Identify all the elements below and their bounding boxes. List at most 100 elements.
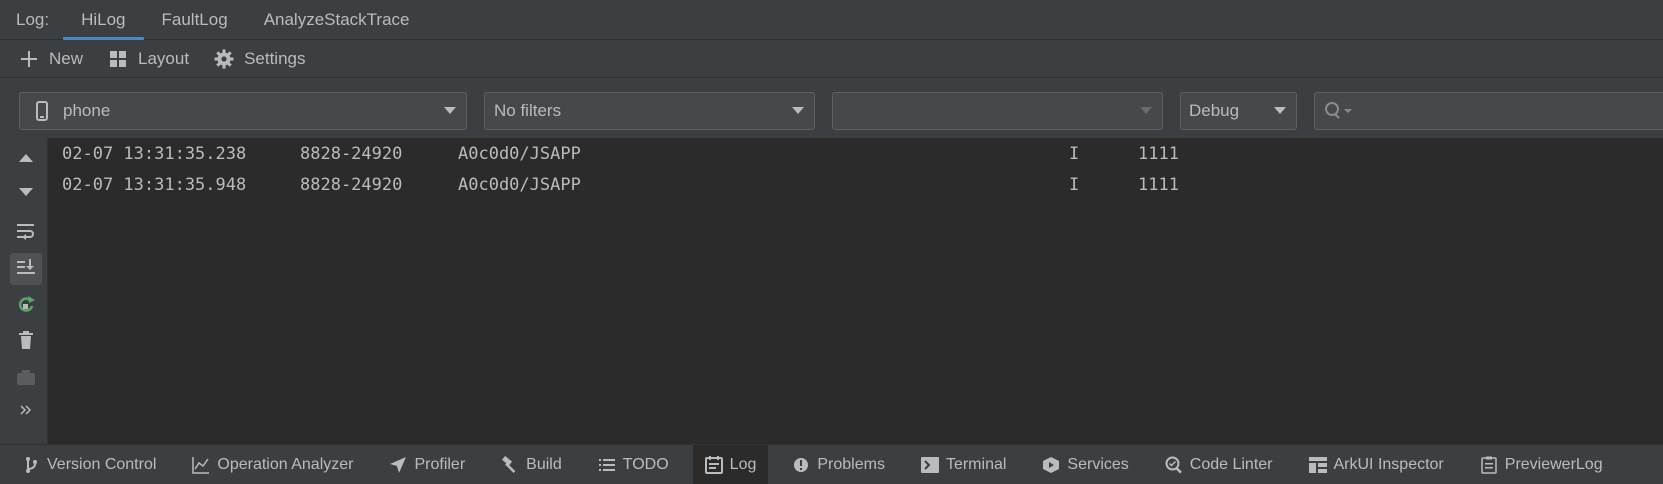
tab-hilog[interactable]: HiLog [63, 0, 144, 40]
scroll-up-button[interactable] [10, 144, 42, 176]
log-label: Log: [16, 9, 50, 29]
tab-analyzestacktrace[interactable]: AnalyzeStackTrace [246, 0, 428, 40]
phone-icon [36, 101, 48, 126]
log-pid: 8828-24920 [300, 175, 403, 195]
log-tag: A0c0d0/JSAPP [458, 144, 581, 164]
tool-todo[interactable]: TODO [586, 445, 681, 484]
branch-icon [22, 456, 40, 474]
layout-button[interactable]: Layout [107, 48, 189, 70]
more-actions-button[interactable] [10, 396, 42, 428]
linter-icon [1165, 456, 1183, 474]
chevron-down-icon [1274, 107, 1286, 114]
log-pid: 8828-24920 [300, 144, 403, 164]
tag-filter-select[interactable] [832, 92, 1163, 130]
tool-label: Terminal [945, 455, 1007, 473]
camera-icon [16, 368, 36, 391]
tool-window-bar: Version Control Operation Analyzer Profi… [0, 444, 1663, 484]
clear-log-button[interactable] [10, 326, 42, 358]
tool-log[interactable]: Log [692, 444, 769, 484]
tool-arkui-inspector[interactable]: ArkUI Inspector [1297, 445, 1456, 484]
triangle-down-icon [18, 185, 34, 203]
tool-label: Operation Analyzer [217, 455, 354, 473]
log-icon [704, 455, 723, 474]
log-level-select[interactable]: Debug [1180, 92, 1297, 130]
settings-button[interactable]: Settings [213, 48, 306, 70]
gear-icon [213, 48, 235, 70]
list-icon [598, 456, 616, 474]
tool-label: Build [526, 455, 562, 473]
tab-label: HiLog [81, 9, 126, 29]
tool-label: Problems [817, 455, 885, 473]
new-button[interactable]: New [18, 48, 83, 70]
tab-label: FaultLog [161, 9, 228, 29]
device-select[interactable]: phone [19, 92, 467, 130]
tool-terminal[interactable]: Terminal [909, 445, 1018, 484]
scroll-down-button[interactable] [10, 178, 42, 210]
log-timestamp: 02-07 13:31:35.238 [62, 144, 247, 164]
scroll-to-end-icon [16, 257, 36, 282]
search-icon [1324, 101, 1354, 126]
log-side-toolbar [0, 138, 48, 444]
log-level: I [1069, 175, 1080, 195]
chevron-down-icon [792, 107, 804, 114]
triangle-up-icon [18, 151, 34, 169]
process-filter-value: No filters [494, 101, 562, 120]
layout-grid-icon [107, 48, 129, 70]
tab-faultlog[interactable]: FaultLog [144, 0, 246, 40]
filter-bar: phone No filters Debug [0, 78, 1663, 138]
tool-services[interactable]: Services [1030, 445, 1140, 484]
inspector-icon [1308, 456, 1327, 474]
tool-problems[interactable]: Problems [780, 445, 897, 484]
restart-icon [16, 294, 36, 319]
log-level-value: Debug [1189, 101, 1240, 120]
process-filter-select[interactable]: No filters [484, 92, 815, 130]
tool-label: Code Linter [1189, 455, 1273, 473]
tool-label: Services [1067, 455, 1129, 473]
screenshot-button[interactable] [10, 363, 42, 395]
log-toolbar: New Layout Settings [0, 40, 1663, 78]
log-output[interactable]: 02-07 13:31:35.238 8828-24920 A0c0d0/JSA… [48, 138, 1663, 444]
previewer-log-icon [1480, 456, 1498, 474]
log-timestamp: 02-07 13:31:35.948 [62, 175, 247, 195]
tool-label: Log [729, 455, 757, 473]
soft-wrap-button[interactable] [10, 217, 42, 249]
tool-label: TODO [622, 455, 669, 473]
warning-icon [792, 456, 810, 474]
log-message: 1111 [1138, 144, 1179, 164]
log-message: 1111 [1138, 175, 1179, 195]
chevron-down-icon [1140, 107, 1152, 114]
tool-label: ArkUI Inspector [1333, 455, 1444, 473]
search-input[interactable] [1314, 92, 1663, 130]
trash-icon [17, 330, 35, 355]
profiler-icon [389, 456, 407, 474]
restart-button[interactable] [10, 290, 42, 322]
device-value: phone [63, 101, 111, 120]
terminal-icon [920, 456, 939, 474]
tool-profiler[interactable]: Profiler [377, 445, 477, 484]
tool-label: PreviewerLog [1504, 455, 1603, 473]
log-tag: A0c0d0/JSAPP [458, 175, 581, 195]
tool-operation-analyzer[interactable]: Operation Analyzer [180, 445, 365, 484]
settings-label: Settings [244, 48, 306, 68]
tool-label: Version Control [47, 455, 157, 473]
tool-version-control[interactable]: Version Control [0, 445, 168, 484]
double-chevron-icon [19, 403, 33, 421]
tab-label: AnalyzeStackTrace [263, 9, 410, 29]
log-level: I [1069, 144, 1080, 164]
log-row: 02-07 13:31:35.948 8828-24920 A0c0d0/JSA… [48, 173, 1663, 197]
tool-code-linter[interactable]: Code Linter [1153, 445, 1285, 484]
chevron-down-icon [444, 107, 456, 114]
tool-previewer-log[interactable]: PreviewerLog [1468, 445, 1615, 484]
tool-build[interactable]: Build [489, 445, 574, 484]
scroll-to-end-button[interactable] [10, 253, 42, 285]
new-label: New [49, 48, 84, 68]
log-row: 02-07 13:31:35.238 8828-24920 A0c0d0/JSA… [48, 142, 1663, 166]
soft-wrap-icon [16, 221, 36, 246]
layout-label: Layout [138, 48, 190, 68]
plus-icon [18, 48, 40, 70]
services-icon [1042, 456, 1060, 474]
tool-label: Profiler [414, 455, 466, 473]
log-tabbar: Log: HiLog FaultLog AnalyzeStackTrace [0, 0, 1663, 40]
hammer-icon [501, 455, 519, 474]
chart-icon [192, 456, 210, 474]
